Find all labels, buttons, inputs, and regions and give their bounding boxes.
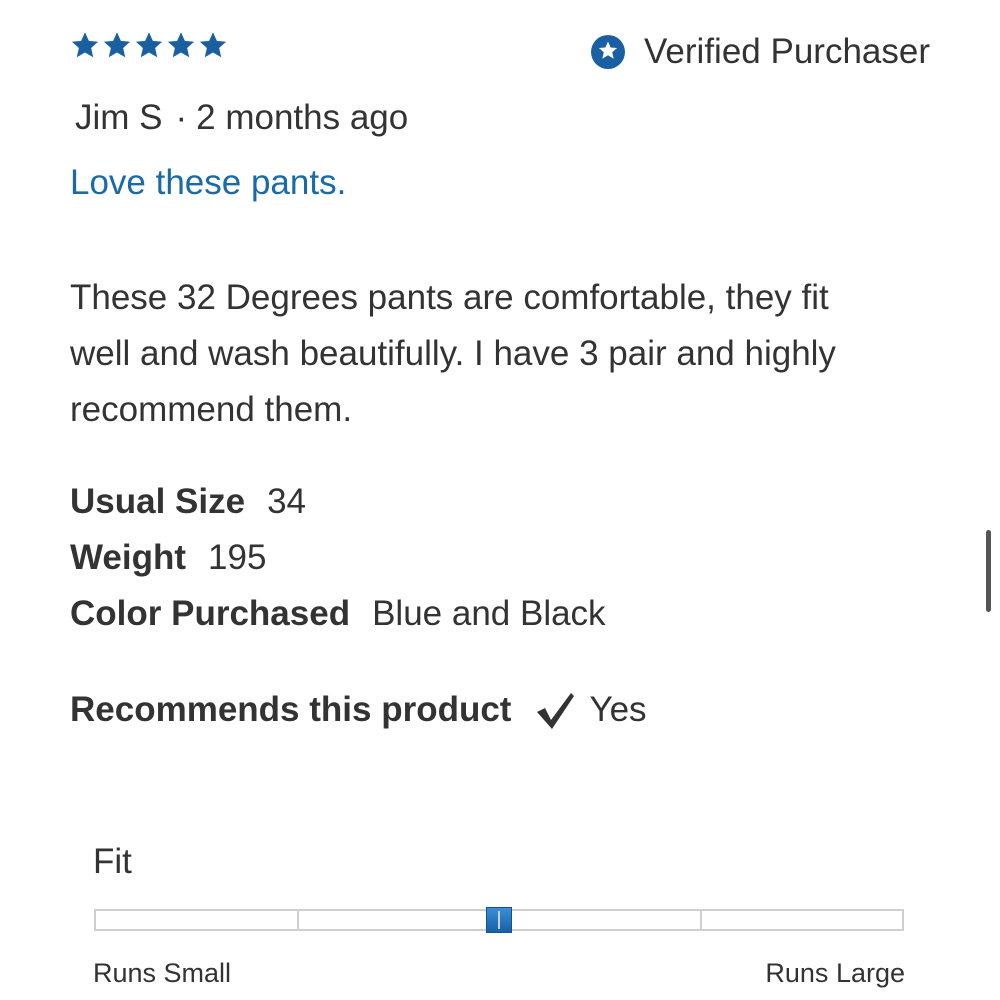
- recommend-label: Recommends this product: [70, 690, 512, 729]
- verified-purchaser-badge: Verified Purchaser: [590, 32, 930, 72]
- fit-max-label: Runs Large: [765, 958, 905, 988]
- attribute-label: Usual Size: [70, 482, 246, 521]
- star-icon: [135, 32, 163, 58]
- attribute-weight: Weight 195: [70, 538, 266, 578]
- review-body-line: recommend them.: [70, 390, 353, 429]
- star-icon: [167, 32, 195, 58]
- attribute-value: 34: [267, 482, 307, 521]
- review-title: Love these pants.: [70, 163, 347, 202]
- attribute-usual-size: Usual Size 34: [70, 482, 306, 522]
- star-rating: [70, 30, 228, 60]
- review-date: 2 months ago: [196, 98, 409, 137]
- verified-label: Verified Purchaser: [644, 32, 930, 71]
- attribute-value: 195: [208, 538, 267, 577]
- star-badge-icon: [591, 35, 626, 69]
- star-icon: [199, 32, 227, 58]
- attribute-label: Color Purchased: [70, 594, 351, 633]
- review-card: Verified Purchaser Jim S · 2 months ago Lo…: [0, 0, 1000, 1000]
- fit-min-label: Runs Small: [93, 958, 232, 988]
- recommendation: Recommends this product Yes: [70, 688, 647, 732]
- fit-scale-divider: [699, 911, 702, 929]
- attribute-label: Weight: [70, 538, 187, 577]
- checkmark-icon: [537, 693, 575, 729]
- fit-label: Fit: [93, 842, 132, 881]
- scrollbar-thumb[interactable]: [986, 530, 991, 612]
- author-name: Jim S: [75, 98, 163, 137]
- fit-scale: [94, 907, 904, 933]
- review-body-line: These 32 Degrees pants are comfortable, …: [70, 278, 829, 317]
- review-body: These 32 Degrees pants are comfortable, …: [70, 270, 920, 438]
- fit-scale-divider: [296, 911, 299, 929]
- review-byline: Jim S · 2 months ago: [75, 98, 408, 138]
- star-icon: [71, 32, 99, 58]
- attribute-color-purchased: Color Purchased Blue and Black: [70, 594, 606, 634]
- attribute-value: Blue and Black: [372, 594, 606, 633]
- recommend-value: Yes: [589, 690, 647, 729]
- star-icon: [103, 32, 131, 58]
- byline-separator: ·: [175, 98, 188, 137]
- review-body-line: well and wash beautifully. I have 3 pair…: [70, 334, 836, 373]
- fit-scale-divider: [498, 911, 500, 929]
